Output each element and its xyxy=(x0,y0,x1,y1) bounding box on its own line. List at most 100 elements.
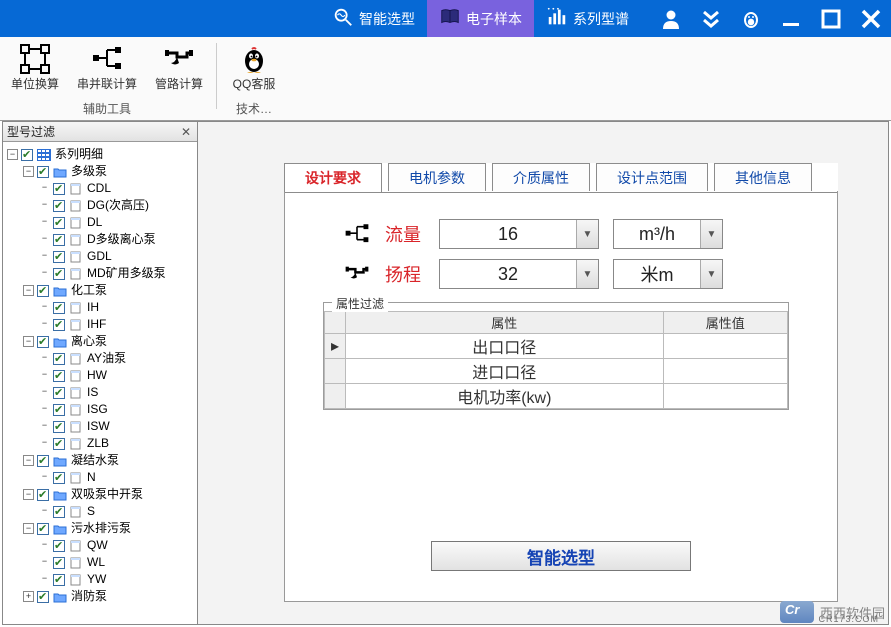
checkbox[interactable] xyxy=(53,353,65,365)
checkbox[interactable] xyxy=(53,540,65,552)
close-button[interactable] xyxy=(851,0,891,37)
checkbox[interactable] xyxy=(37,285,49,297)
expander-icon[interactable]: + xyxy=(23,591,34,602)
checkbox[interactable] xyxy=(53,234,65,246)
user-icon[interactable] xyxy=(651,0,691,37)
expander-icon[interactable]: − xyxy=(23,523,34,534)
tree-leaf[interactable]: −ZLB xyxy=(39,435,197,452)
checkbox[interactable] xyxy=(53,404,65,416)
checkbox[interactable] xyxy=(37,455,49,467)
tree-branch[interactable]: −双吸泵中开泵 xyxy=(23,486,197,503)
chevron-down-icon[interactable]: ▼ xyxy=(700,220,722,248)
titlebar-item-series[interactable]: 系列型谱 xyxy=(534,0,641,37)
checkbox[interactable] xyxy=(53,438,65,450)
flow-value-combo[interactable]: 16 ▼ xyxy=(439,219,599,249)
checkbox[interactable] xyxy=(37,489,49,501)
checkbox[interactable] xyxy=(53,574,65,586)
tree-leaf[interactable]: −AY油泵 xyxy=(39,350,197,367)
tree-branch[interactable]: −多级泵 xyxy=(23,163,197,180)
tree-leaf[interactable]: −GDL xyxy=(39,248,197,265)
pipe-calc-button[interactable]: 管路计算 xyxy=(148,43,210,92)
head-unit-combo[interactable]: 米m ▼ xyxy=(613,259,723,289)
tab-3[interactable]: 设计点范围 xyxy=(596,163,708,191)
tree-leaf[interactable]: −HW xyxy=(39,367,197,384)
head-value-combo[interactable]: 32 ▼ xyxy=(439,259,599,289)
flow-unit-combo[interactable]: m³/h ▼ xyxy=(613,219,723,249)
tree-view[interactable]: −系列明细−多级泵−CDL−DG(次高压)−DL−D多级离心泵−GDL−MD矿用… xyxy=(3,142,197,624)
checkbox[interactable] xyxy=(53,472,65,484)
series-parallel-button[interactable]: 串并联计算 xyxy=(76,43,138,92)
expander-none: − xyxy=(39,251,50,262)
expander-icon[interactable]: − xyxy=(23,285,34,296)
maximize-button[interactable] xyxy=(811,0,851,37)
checkbox[interactable] xyxy=(37,336,49,348)
tree-leaf[interactable]: −WL xyxy=(39,554,197,571)
checkbox[interactable] xyxy=(53,268,65,280)
expander-icon[interactable]: − xyxy=(23,336,34,347)
tree-leaf[interactable]: −IS xyxy=(39,384,197,401)
checkbox[interactable] xyxy=(53,506,65,518)
tree-leaf[interactable]: −MD矿用多级泵 xyxy=(39,265,197,282)
tree-leaf[interactable]: −DG(次高压) xyxy=(39,197,197,214)
tree-leaf[interactable]: −DL xyxy=(39,214,197,231)
tab-0[interactable]: 设计要求 xyxy=(284,163,382,192)
checkbox[interactable] xyxy=(53,319,65,331)
tree-leaf[interactable]: −ISG xyxy=(39,401,197,418)
checkbox[interactable] xyxy=(37,591,49,603)
unit-convert-button[interactable]: 单位换算 xyxy=(4,43,66,92)
minimize-button[interactable] xyxy=(771,0,811,37)
value-cell[interactable] xyxy=(663,334,787,359)
qq-support-button[interactable]: QQ客服 xyxy=(223,43,285,92)
value-cell[interactable] xyxy=(663,384,787,409)
checkbox[interactable] xyxy=(37,166,49,178)
titlebar-item-catalog[interactable]: 电子样本 xyxy=(427,0,534,37)
tree-node-label: YW xyxy=(87,571,106,588)
tree-branch[interactable]: −系列明细 xyxy=(7,146,197,163)
expander-icon[interactable]: − xyxy=(23,489,34,500)
tree-leaf[interactable]: −IH xyxy=(39,299,197,316)
sidebar-close-button[interactable]: ✕ xyxy=(175,125,197,139)
tab-2[interactable]: 介质属性 xyxy=(492,163,590,191)
qq-penguin-icon[interactable] xyxy=(731,0,771,37)
tree-leaf[interactable]: −IHF xyxy=(39,316,197,333)
checkbox[interactable] xyxy=(53,200,65,212)
chevron-down-icon[interactable]: ▼ xyxy=(576,260,598,288)
tree-branch[interactable]: −凝结水泵 xyxy=(23,452,197,469)
checkbox[interactable] xyxy=(53,370,65,382)
combo-value: 32 xyxy=(440,264,576,285)
chevron-down-icon[interactable]: ▼ xyxy=(576,220,598,248)
tree-leaf[interactable]: −S xyxy=(39,503,197,520)
tree-leaf[interactable]: −QW xyxy=(39,537,197,554)
tree-leaf[interactable]: −D多级离心泵 xyxy=(39,231,197,248)
tree-leaf[interactable]: −N xyxy=(39,469,197,486)
value-cell[interactable] xyxy=(663,359,787,384)
titlebar-item-selection[interactable]: 智能选型 xyxy=(320,0,427,37)
checkbox[interactable] xyxy=(53,217,65,229)
checkbox[interactable] xyxy=(53,387,65,399)
checkbox[interactable] xyxy=(53,251,65,263)
tab-4[interactable]: 其他信息 xyxy=(714,163,812,191)
tree-leaf[interactable]: −ISW xyxy=(39,418,197,435)
chevrons-down-icon[interactable] xyxy=(691,0,731,37)
checkbox[interactable] xyxy=(53,421,65,433)
tree-leaf[interactable]: −CDL xyxy=(39,180,197,197)
tree-branch[interactable]: −污水排污泵 xyxy=(23,520,197,537)
expander-icon[interactable]: − xyxy=(7,149,18,160)
table-row[interactable]: ▸出口口径 xyxy=(325,334,788,359)
tree-branch[interactable]: −化工泵 xyxy=(23,282,197,299)
checkbox[interactable] xyxy=(53,183,65,195)
checkbox[interactable] xyxy=(53,557,65,569)
checkbox[interactable] xyxy=(37,523,49,535)
expander-icon[interactable]: − xyxy=(23,166,34,177)
chevron-down-icon[interactable]: ▼ xyxy=(700,260,722,288)
smart-selection-button[interactable]: 智能选型 xyxy=(431,541,691,571)
table-row[interactable]: 进口口径 xyxy=(325,359,788,384)
tree-branch[interactable]: −离心泵 xyxy=(23,333,197,350)
checkbox[interactable] xyxy=(21,149,33,161)
tree-branch[interactable]: +消防泵 xyxy=(23,588,197,605)
table-row[interactable]: 电机功率(kw) xyxy=(325,384,788,409)
tree-leaf[interactable]: −YW xyxy=(39,571,197,588)
tab-1[interactable]: 电机参数 xyxy=(388,163,486,191)
expander-icon[interactable]: − xyxy=(23,455,34,466)
checkbox[interactable] xyxy=(53,302,65,314)
